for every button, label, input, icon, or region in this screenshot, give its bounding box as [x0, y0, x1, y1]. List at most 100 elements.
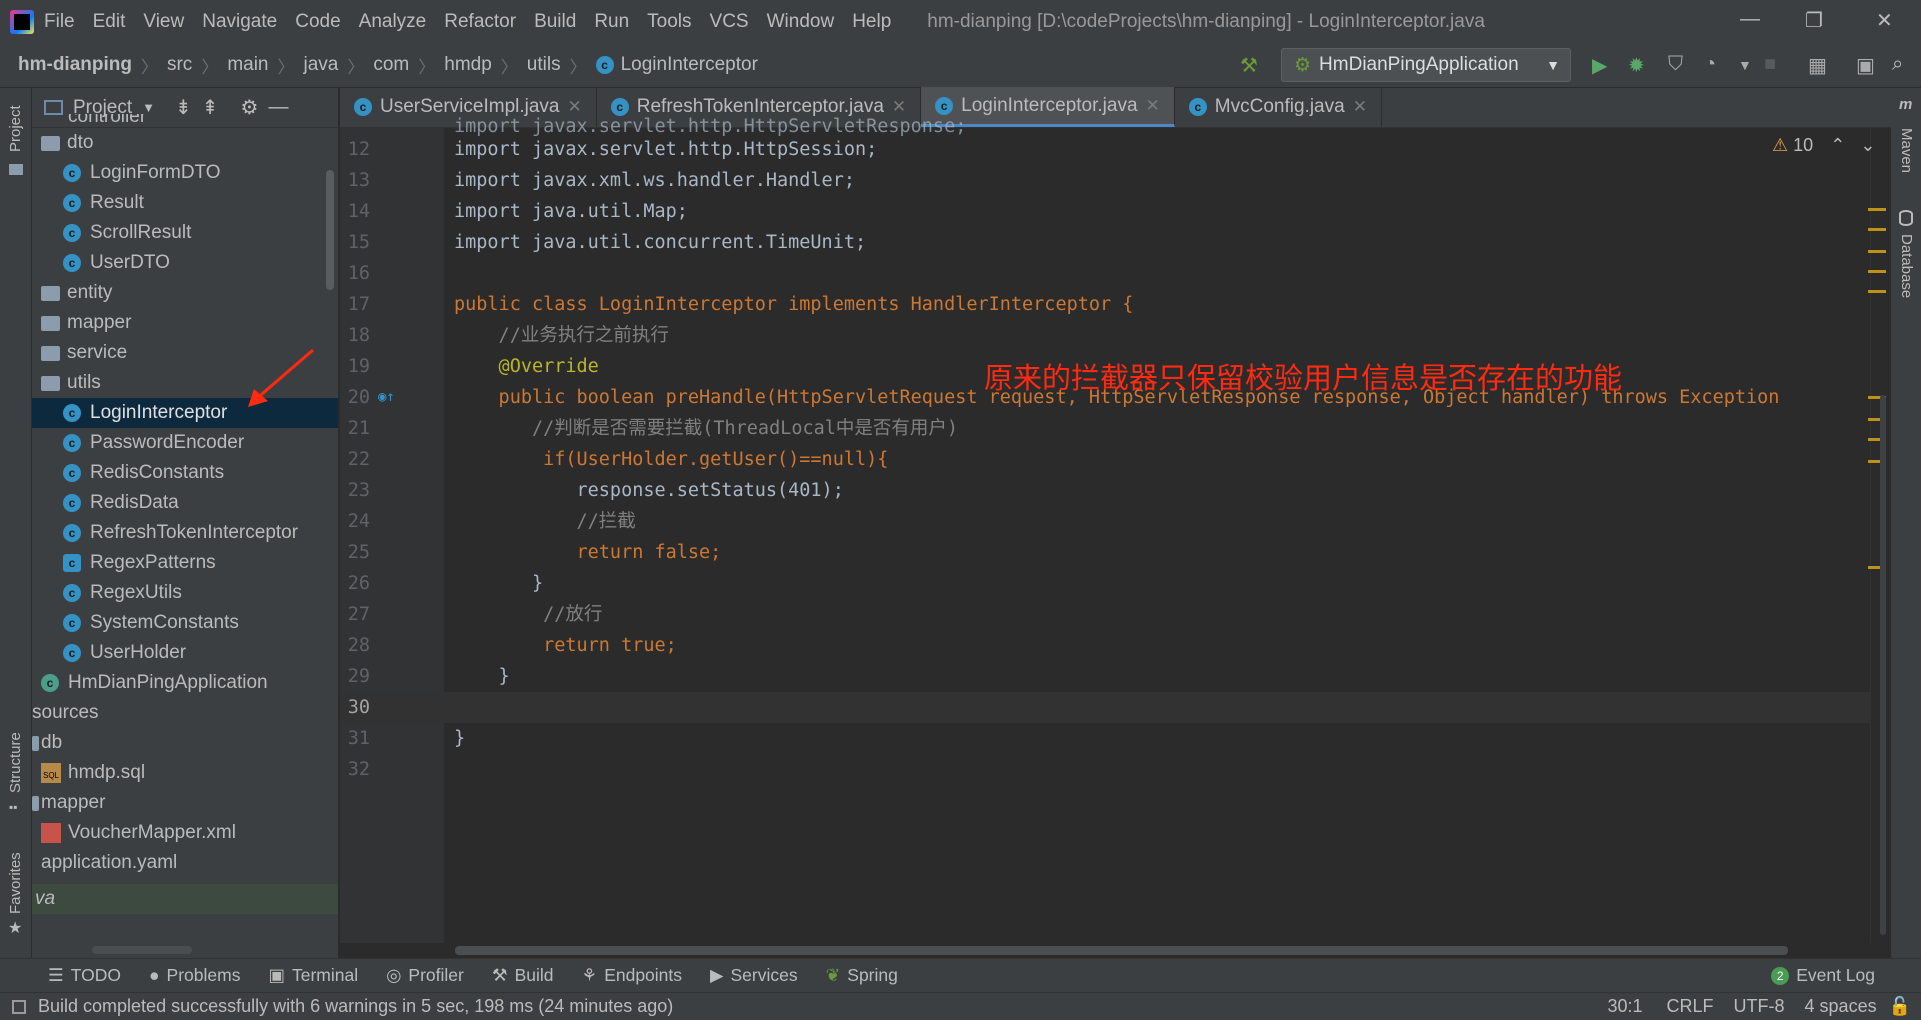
next-highlight-icon[interactable]: ⌄ [1860, 135, 1875, 155]
close-icon[interactable]: ✕ [1876, 8, 1893, 33]
menu-refactor[interactable]: Refactor [444, 11, 516, 33]
override-marker-icon[interactable]: ◉↑ [378, 382, 395, 413]
tree-item-entity[interactable]: entity [32, 278, 338, 308]
warnings-indicator[interactable]: ⚠ 10 ⌃ ⌄ [1772, 135, 1875, 156]
menu-edit[interactable]: Edit [93, 11, 126, 33]
code-editor[interactable]: import javax.servlet.http.HttpServletRes… [340, 116, 1891, 943]
build-tool-button[interactable]: ⚒ Build [492, 965, 554, 986]
tree-item-application-yaml[interactable]: application.yaml [32, 848, 338, 878]
presentation-icon[interactable]: ▣ [1856, 53, 1875, 78]
breadcrumb-main[interactable]: main [227, 54, 268, 76]
spring-tool-button[interactable]: ❦ Spring [826, 965, 898, 986]
tree-item-db[interactable]: db [32, 728, 338, 758]
lock-icon[interactable]: 🔓 [1889, 996, 1911, 1017]
menu-vcs[interactable]: VCS [710, 11, 749, 33]
code-line: 32 [340, 754, 1870, 785]
build-hammer-icon[interactable]: ⚒ [1240, 53, 1258, 78]
breadcrumb-java[interactable]: java [304, 54, 339, 76]
problems-tool-button[interactable]: ● Problems [149, 965, 241, 986]
project-tool-tab[interactable]: Project [7, 105, 24, 152]
database-tool-tab[interactable]: Database [1898, 234, 1915, 298]
terminal-tool-button[interactable]: ▣ Terminal [268, 965, 358, 986]
tree-item-vouchermapper-xml[interactable]: VoucherMapper.xml [32, 818, 338, 848]
tree-item-mapper[interactable]: mapper [32, 308, 338, 338]
coverage-icon[interactable]: ⛉ [1668, 53, 1683, 76]
breadcrumb-project[interactable]: hm-dianping [18, 54, 132, 76]
project-structure-icon[interactable]: ▦ [1808, 53, 1827, 78]
menu-run[interactable]: Run [594, 11, 629, 33]
tree-item-result[interactable]: c Result [32, 188, 338, 218]
editor-horizontal-scrollbar[interactable] [455, 946, 1788, 955]
warning-marker[interactable] [1868, 208, 1886, 211]
more-run-chevron-icon[interactable]: ▼ [1738, 57, 1752, 73]
menu-tools[interactable]: Tools [647, 11, 691, 33]
tree-item-systemconstants[interactable]: c SystemConstants [32, 608, 338, 638]
warning-marker[interactable] [1868, 250, 1886, 253]
menu-navigate[interactable]: Navigate [202, 11, 277, 33]
run-configuration-label: HmDianPingApplication [1319, 54, 1519, 75]
tree-item-resources[interactable]: sources [32, 698, 338, 728]
warning-marker[interactable] [1868, 290, 1886, 293]
line-separator[interactable]: CRLF [1667, 996, 1714, 1017]
menu-build[interactable]: Build [534, 11, 576, 33]
caret-position[interactable]: 30:1 [1607, 996, 1642, 1017]
todo-tool-button[interactable]: ☰ TODO [48, 965, 121, 986]
previous-highlight-icon[interactable]: ⌃ [1830, 135, 1845, 155]
minimize-icon[interactable]: — [1740, 8, 1760, 31]
hammer-icon: ⚒ [491, 965, 508, 985]
restore-icon[interactable]: ❐ [1805, 8, 1823, 33]
tree-item-controller[interactable]: controller [32, 114, 338, 128]
tree-item-label: db [41, 732, 63, 753]
tree-item-hmdianpingapplication[interactable]: c HmDianPingApplication [32, 668, 338, 698]
file-encoding[interactable]: UTF-8 [1734, 996, 1785, 1017]
tree-item-userholder[interactable]: c UserHolder [32, 638, 338, 668]
favorites-tool-tab[interactable]: Favorites [7, 852, 24, 914]
chevron-down-icon[interactable]: ▼ [142, 100, 155, 115]
structure-tool-tab[interactable]: Structure [7, 732, 24, 793]
run-configuration-select[interactable]: ⚙ HmDianPingApplication ▼ [1281, 48, 1571, 82]
breadcrumb-src[interactable]: src [167, 54, 192, 76]
tree-item-userdto[interactable]: c UserDTO [32, 248, 338, 278]
project-vertical-scrollbar[interactable] [326, 170, 334, 290]
tree-item-regexpatterns[interactable]: c RegexPatterns [32, 548, 338, 578]
menu-analyze[interactable]: Analyze [359, 11, 427, 33]
menu-file[interactable]: File [44, 11, 75, 33]
event-log-button[interactable]: 2 Event Log [1771, 965, 1875, 986]
services-tool-button[interactable]: ▶ Services [710, 965, 798, 986]
tree-item-scrollresult[interactable]: c ScrollResult [32, 218, 338, 248]
indent-setting[interactable]: 4 spaces [1805, 996, 1877, 1017]
tree-item-regexutils[interactable]: c RegexUtils [32, 578, 338, 608]
menu-code[interactable]: Code [295, 11, 340, 33]
tree-item-redisdata[interactable]: c RedisData [32, 488, 338, 518]
tree-item-java[interactable]: va [32, 884, 338, 914]
editor-vertical-scrollbar[interactable] [1880, 395, 1886, 935]
stop-icon[interactable]: ■ [1764, 53, 1776, 76]
run-icon[interactable]: ▶ [1592, 53, 1607, 78]
menu-view[interactable]: View [143, 11, 184, 33]
profiler-tool-button[interactable]: ◎ Profiler [386, 965, 464, 986]
breadcrumb-com[interactable]: com [373, 54, 409, 76]
tree-item-passwordencoder[interactable]: c PasswordEncoder [32, 428, 338, 458]
warning-marker[interactable] [1868, 270, 1886, 273]
tree-item-dto[interactable]: dto [32, 128, 338, 158]
horizontal-scrollbar[interactable] [92, 946, 192, 954]
menu-window[interactable]: Window [767, 11, 835, 33]
tree-item-mapper-resources[interactable]: mapper [32, 788, 338, 818]
tree-item-hmdp-sql[interactable]: SQL hmdp.sql [32, 758, 338, 788]
tree-item-redisconstants[interactable]: c RedisConstants [32, 458, 338, 488]
tree-item-loginformdto[interactable]: c LoginFormDTO [32, 158, 338, 188]
tree-item-refreshtokeninterceptor[interactable]: c RefreshTokenInterceptor [32, 518, 338, 548]
toggle-tool-windows-icon[interactable] [12, 999, 26, 1014]
breadcrumb-utils[interactable]: utils [527, 54, 561, 76]
maven-tool-tab[interactable]: Maven [1898, 128, 1915, 173]
profile-icon[interactable]: ◔ [1704, 53, 1716, 76]
structure-icon: ▪▪ [9, 800, 18, 814]
breadcrumb-hmdp[interactable]: hmdp [444, 54, 492, 76]
menu-help[interactable]: Help [852, 11, 891, 33]
status-message[interactable]: Build completed successfully with 6 warn… [38, 996, 673, 1017]
endpoints-tool-button[interactable]: ⚘ Endpoints [581, 965, 682, 986]
debug-icon[interactable]: ✹ [1628, 53, 1645, 78]
breadcrumb-file[interactable]: LoginInterceptor [621, 54, 758, 76]
search-icon[interactable]: ⌕ [1892, 53, 1903, 76]
warning-marker[interactable] [1868, 228, 1886, 231]
